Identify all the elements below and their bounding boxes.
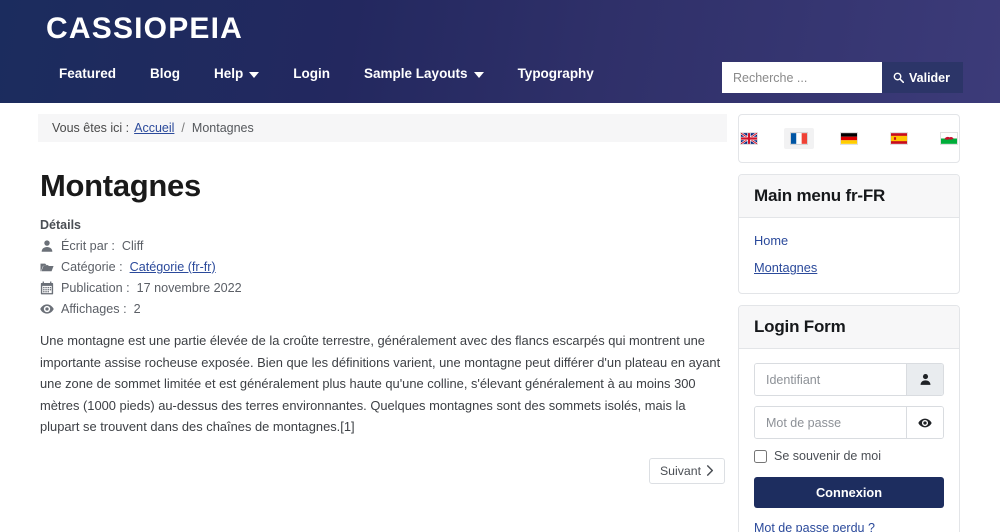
language-option-english[interactable] — [739, 128, 764, 149]
breadcrumb-prefix: Vous êtes ici : — [52, 121, 130, 135]
meta-published-label: Publication : — [61, 281, 130, 295]
main-menu-module: Main menu fr-FR Home Montagnes — [738, 174, 960, 294]
main-menu-header: Main menu fr-FR — [739, 175, 959, 218]
breadcrumb-current: Montagnes — [191, 121, 254, 135]
nav-item-blog[interactable]: Blog — [133, 66, 197, 81]
remember-me-row[interactable]: Se souvenir de moi — [754, 449, 944, 463]
search-submit-label: Valider — [909, 70, 950, 85]
meta-hits-label: Affichages : — [61, 302, 127, 316]
username-field-group — [754, 363, 944, 396]
meta-author-label: Écrit par : — [61, 239, 115, 253]
meta-hits-value: 2 — [133, 302, 141, 316]
header-search-form: Valider — [722, 62, 963, 93]
site-header: CASSIOPEIA Featured Blog Help Login Samp… — [0, 0, 1000, 103]
menu-list-item: Home — [754, 232, 944, 250]
page-title: Montagnes — [40, 168, 201, 203]
nav-label: Typography — [517, 66, 594, 81]
page-body: Vous êtes ici : Accueil / Montagnes Mont… — [0, 103, 1000, 532]
language-option-french[interactable] — [784, 128, 814, 149]
breadcrumb-link-home[interactable]: Accueil — [134, 121, 174, 135]
sidebar: Main menu fr-FR Home Montagnes Login For… — [738, 114, 960, 532]
search-submit-button[interactable]: Valider — [882, 62, 963, 93]
chevron-right-icon — [706, 465, 714, 476]
nav-item-featured[interactable]: Featured — [46, 66, 133, 81]
user-icon — [920, 374, 930, 385]
main-menu-list: Home Montagnes — [754, 232, 944, 277]
password-input[interactable] — [755, 407, 906, 438]
nav-label: Help — [214, 66, 244, 81]
nav-label: Blog — [150, 66, 181, 81]
chevron-down-icon — [249, 71, 260, 78]
language-option-welsh[interactable] — [934, 128, 959, 149]
english-flag-icon — [740, 132, 758, 145]
language-flag-list — [739, 115, 959, 162]
user-icon — [41, 240, 53, 252]
next-article-label: Suivant — [659, 463, 701, 478]
meta-category: Catégorie : Catégorie (fr-fr) — [40, 260, 725, 274]
menu-list-item: Montagnes — [754, 259, 944, 277]
breadcrumb-separator: / — [181, 121, 185, 135]
search-input[interactable] — [722, 62, 882, 93]
nav-item-login[interactable]: Login — [276, 66, 347, 81]
eye-icon — [40, 304, 54, 314]
meta-published-value: 17 novembre 2022 — [136, 281, 242, 295]
search-icon — [893, 72, 904, 83]
meta-hits: Affichages : 2 — [40, 302, 725, 316]
welsh-flag-icon — [940, 132, 958, 145]
language-option-spanish[interactable] — [884, 128, 914, 149]
german-flag-icon — [840, 132, 858, 145]
menu-item-montagnes[interactable]: Montagnes — [754, 260, 817, 275]
french-flag-icon — [790, 132, 808, 145]
login-form-header: Login Form — [739, 306, 959, 349]
main-menu-body: Home Montagnes — [739, 218, 959, 293]
main-menu-title: Main menu fr-FR — [754, 186, 886, 205]
breadcrumb: Vous êtes ici : Accueil / Montagnes — [38, 114, 727, 142]
meta-author-value: Cliff — [121, 239, 144, 253]
main-navigation: Featured Blog Help Login Sample Layouts … — [46, 66, 611, 81]
language-switcher-module — [738, 114, 960, 163]
chevron-down-icon — [473, 71, 484, 78]
remember-me-label: Se souvenir de moi — [774, 449, 882, 463]
eye-icon — [918, 418, 932, 427]
login-submit-button[interactable]: Connexion — [754, 477, 944, 508]
nav-label: Sample Layouts — [364, 66, 468, 81]
article: Montagnes Détails Écrit par : Cliff Caté… — [38, 142, 727, 484]
login-form-title: Login Form — [754, 317, 846, 336]
spanish-flag-icon — [890, 132, 908, 145]
login-form-body: Se souvenir de moi Connexion Mot de pass… — [739, 349, 959, 532]
meta-author: Écrit par : Cliff — [40, 239, 725, 253]
article-pagination: Suivant — [40, 457, 725, 484]
details-label: Détails — [40, 218, 81, 232]
meta-category-label: Catégorie : — [61, 260, 123, 274]
site-logo[interactable]: CASSIOPEIA — [46, 12, 243, 46]
nav-label: Featured — [59, 66, 117, 81]
meta-published: Publication : 17 novembre 2022 — [40, 281, 725, 295]
meta-category-link[interactable]: Catégorie (fr-fr) — [130, 260, 216, 274]
login-form-module: Login Form Identifiant Se souvenir de mo… — [738, 305, 960, 532]
nav-label: Login — [293, 66, 331, 81]
next-article-button[interactable]: Suivant — [648, 457, 725, 484]
login-help-links: Mot de passe perdu ? Identifiant perdu ? — [754, 521, 944, 532]
folder-icon — [40, 263, 54, 272]
main-column: Vous êtes ici : Accueil / Montagnes Mont… — [38, 114, 727, 532]
password-field-group — [754, 406, 944, 439]
remember-me-checkbox[interactable] — [754, 449, 767, 463]
nav-item-typography[interactable]: Typography — [501, 66, 611, 81]
username-icon-button[interactable] — [906, 364, 943, 395]
username-input[interactable] — [755, 364, 906, 395]
language-option-german[interactable] — [834, 128, 864, 149]
calendar-icon — [40, 281, 54, 295]
toggle-password-visibility-button[interactable] — [906, 407, 943, 438]
article-body: Une montagne est une partie élevée de la… — [40, 333, 721, 434]
menu-item-home[interactable]: Home — [754, 233, 788, 248]
nav-item-sample-layouts[interactable]: Sample Layouts — [347, 66, 501, 81]
nav-item-help[interactable]: Help — [197, 66, 276, 81]
lost-password-link[interactable]: Mot de passe perdu ? — [754, 521, 944, 532]
